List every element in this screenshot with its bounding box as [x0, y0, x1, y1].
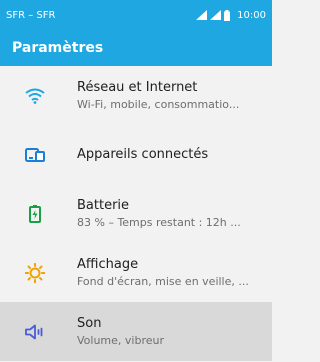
- settings-list: Réseau et Internet Wi-Fi, mobile, consom…: [0, 66, 272, 361]
- settings-item-title: Batterie: [77, 198, 130, 213]
- settings-item-title: Appareils connectés: [77, 147, 209, 162]
- app-bar: Paramètres: [0, 30, 272, 66]
- settings-item-battery[interactable]: Batterie 83 % – Temps restant : 12h ...: [0, 184, 272, 243]
- settings-item-subtitle: 83 % – Temps restant : 12h ...: [77, 216, 241, 229]
- wifi-icon: [24, 85, 46, 107]
- settings-item-network[interactable]: Réseau et Internet Wi-Fi, mobile, consom…: [0, 66, 272, 125]
- status-bar: SFR – SFR 10:00: [0, 0, 272, 30]
- settings-item-sound[interactable]: Son Volume, vibreur: [0, 302, 272, 361]
- devices-icon: [24, 144, 46, 166]
- settings-item-display[interactable]: Affichage Fond d'écran, mise en veille, …: [0, 243, 272, 302]
- signal-icon: [196, 10, 208, 20]
- brightness-icon: [24, 262, 46, 284]
- battery-charging-icon: [24, 203, 46, 225]
- status-icons: 10:00: [196, 9, 266, 21]
- page-title: Paramètres: [12, 40, 104, 56]
- settings-item-subtitle: Fond d'écran, mise en veille, ...: [77, 275, 249, 288]
- settings-item-title: Réseau et Internet: [77, 80, 198, 95]
- settings-item-subtitle: Volume, vibreur: [77, 334, 164, 347]
- settings-item-subtitle: Wi-Fi, mobile, consommatio...: [77, 98, 240, 111]
- settings-item-connected-devices[interactable]: Appareils connectés: [0, 125, 272, 184]
- settings-item-title: Affichage: [77, 257, 139, 272]
- battery-icon: [224, 9, 231, 21]
- clock: 10:00: [237, 9, 266, 21]
- settings-item-title: Son: [77, 316, 102, 331]
- carrier-label: SFR – SFR: [6, 9, 56, 21]
- signal-icon: [210, 10, 222, 20]
- volume-icon: [24, 321, 46, 343]
